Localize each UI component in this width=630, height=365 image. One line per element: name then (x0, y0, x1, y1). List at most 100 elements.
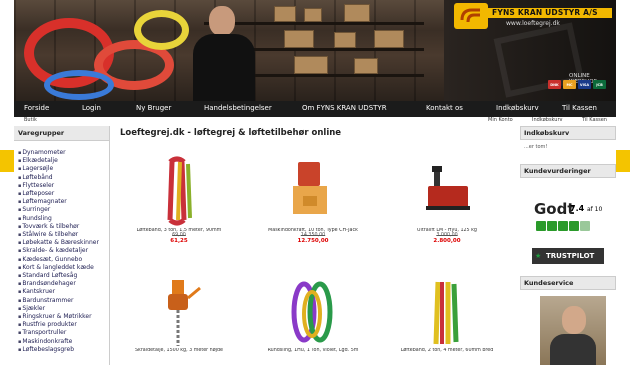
category-item[interactable]: Kort & langleddet kæde (18, 264, 109, 272)
category-item[interactable]: Løftebånd (18, 174, 109, 182)
category-sidebar: Varegrupper Dynamometer Elkædetalje Lage… (14, 126, 110, 365)
product-card[interactable]: Løftebånd, 3 ton, 1,5 meter, 90mm 69,00 … (114, 156, 244, 244)
right-column: Indkøbskurv ...er tom! Kundevurderinger … (520, 126, 616, 365)
category-item[interactable]: Standard Løftesåg (18, 272, 109, 280)
product-image[interactable] (114, 276, 244, 348)
category-item[interactable]: Løftemagnater (18, 198, 109, 206)
category-item[interactable]: Tovværk & tilbehør (18, 223, 109, 231)
product-image[interactable] (382, 276, 512, 348)
star-icon (569, 221, 579, 231)
review-stars (536, 221, 590, 231)
product-price: 61,25 (170, 238, 188, 244)
breadcrumb-butik[interactable]: Butik (24, 117, 37, 123)
category-item[interactable]: Løfteposer (18, 190, 109, 198)
nav-kontakt[interactable]: Kontakt os (426, 104, 463, 112)
star-icon (580, 221, 590, 231)
shelf-box (304, 8, 322, 22)
category-item[interactable]: Kædesæt, Gunnebo (18, 256, 109, 264)
product-card[interactable]: Maskindonkraft, 10 ton, Type CH-Jack 14.… (248, 156, 378, 244)
category-item[interactable]: Sjækler (18, 305, 109, 313)
site-frame: FYNS KRAN UDSTYR A/S www.loeftegrej.dk O… (14, 0, 616, 365)
payment-card-icon: DNK (548, 80, 561, 89)
category-item[interactable]: Rundsling (18, 215, 109, 223)
product-image[interactable] (248, 276, 378, 348)
link-min-konto[interactable]: Min Konto (488, 117, 513, 123)
nav-login[interactable]: Login (82, 104, 101, 112)
shelf-box (344, 4, 370, 22)
star-icon (558, 221, 568, 231)
nav-indkobskurv[interactable]: Indkøbskurv (496, 104, 539, 112)
star-icon (536, 221, 546, 231)
product-card[interactable]: Rundsling, 1Hu, 1 Ton, violet, Lgd. 5m (248, 276, 378, 353)
payment-card-icon: MC (563, 80, 576, 89)
category-item[interactable]: Ringskruer & Møtrikker (18, 313, 109, 321)
brand-logo-icon[interactable] (454, 3, 488, 29)
header-banner: FYNS KRAN UDSTYR A/S www.loeftegrej.dk O… (14, 0, 616, 101)
category-item[interactable]: Skralde- & kædetaljer (18, 247, 109, 255)
payment-card-icon: VISA (578, 80, 591, 89)
category-item[interactable]: Løftebeslagsgreb (18, 346, 109, 354)
category-item[interactable]: Surringer (18, 206, 109, 214)
category-list: Dynamometer Elkædetalje Lagersøjle Løfte… (14, 141, 109, 354)
review-score-value: 7.4 (570, 204, 585, 213)
shelf-box (334, 32, 356, 48)
category-item[interactable]: Flytteseler (18, 182, 109, 190)
page-title: Loeftegrej.dk - løftegrej & løftetilbehø… (120, 128, 342, 138)
sidebar-title: Varegrupper (14, 126, 109, 141)
product-name[interactable]: Rundsling, 1Hu, 1 Ton, violet, Lgd. 5m (248, 348, 378, 353)
category-item[interactable]: Rustfrie produkter (18, 321, 109, 329)
shelf-box (374, 30, 404, 48)
nav-til-kassen[interactable]: Til Kassen (562, 104, 597, 112)
service-title: Kundeservice (520, 276, 616, 290)
category-item[interactable]: Transportruller (18, 329, 109, 337)
category-item[interactable]: Brandsøndehager (18, 280, 109, 288)
product-name[interactable]: Løftebånd, 2 ton, 4 meter, 60mm bred (382, 348, 512, 353)
review-score: 7.4 af 10 (570, 204, 602, 213)
product-image[interactable] (114, 156, 244, 228)
shelf-box (274, 6, 296, 22)
reviews-title: Kundevurderinger (520, 164, 616, 178)
category-item[interactable]: Lagersøjle (18, 165, 109, 173)
trustpilot-badge[interactable]: TRUSTPILOT (532, 248, 604, 264)
cart-empty-text: ...er tom! (524, 144, 548, 150)
star-icon (547, 221, 557, 231)
category-item[interactable]: Stålwire & tilbehør (18, 231, 109, 239)
cart-title: Indkøbskurv (520, 126, 616, 140)
category-item[interactable]: Bardunstrammer (18, 297, 109, 305)
rope-coil (44, 70, 114, 100)
product-card[interactable]: Skraldetalje, 1500 kg, 3 meter højde (114, 276, 244, 353)
shelf-box (284, 30, 314, 48)
nav-handelsbetingelser[interactable]: Handelsbetingelser (204, 104, 272, 112)
review-score-suffix: af 10 (586, 206, 603, 213)
category-item[interactable]: Kantskruer (18, 288, 109, 296)
category-item[interactable]: Løbekatte & Bæreskinner (18, 239, 109, 247)
payment-card-icon: JCB (593, 80, 606, 89)
shelf-box (354, 58, 378, 74)
nav-ny-bruger[interactable]: Ny Bruger (136, 104, 171, 112)
worker-photo (189, 0, 259, 101)
payment-cards: DNK MC VISA JCB (548, 80, 606, 89)
brand-url: www.loeftegrej.dk (506, 20, 560, 27)
rope-coil (134, 10, 189, 50)
category-item[interactable]: Maskindonkrafte (18, 338, 109, 346)
sub-bar: Butik Min Konto Indkøbskurv Til Kassen (14, 117, 616, 124)
product-image[interactable] (382, 156, 512, 228)
link-til-kassen[interactable]: Til Kassen (582, 117, 607, 123)
nav-forside[interactable]: Forside (24, 104, 49, 112)
main-nav: Forside Login Ny Bruger Handelsbetingels… (14, 101, 616, 117)
product-image[interactable] (248, 156, 378, 228)
customer-service-photo (540, 296, 606, 365)
product-card[interactable]: Ultralift LM - Hyu, 125 kg 3.000,00 2.80… (382, 156, 512, 244)
category-item[interactable]: Dynamometer (18, 149, 109, 157)
main-content: Loeftegrej.dk - løftegrej & løftetilbehø… (114, 126, 512, 365)
review-word: Godt (534, 200, 575, 218)
link-indkobskurv[interactable]: Indkøbskurv (532, 117, 562, 123)
product-card[interactable]: Løftebånd, 2 ton, 4 meter, 60mm bred (382, 276, 512, 353)
nav-om-os[interactable]: Om FYNS KRAN UDSTYR (302, 104, 387, 112)
brand-name: FYNS KRAN UDSTYR A/S (488, 8, 612, 18)
shelf-box (294, 56, 328, 74)
category-item[interactable]: Elkædetalje (18, 157, 109, 165)
product-price: 12.750,00 (297, 238, 329, 244)
product-name[interactable]: Skraldetalje, 1500 kg, 3 meter højde (114, 348, 244, 353)
product-price: 2.800,00 (433, 238, 461, 244)
